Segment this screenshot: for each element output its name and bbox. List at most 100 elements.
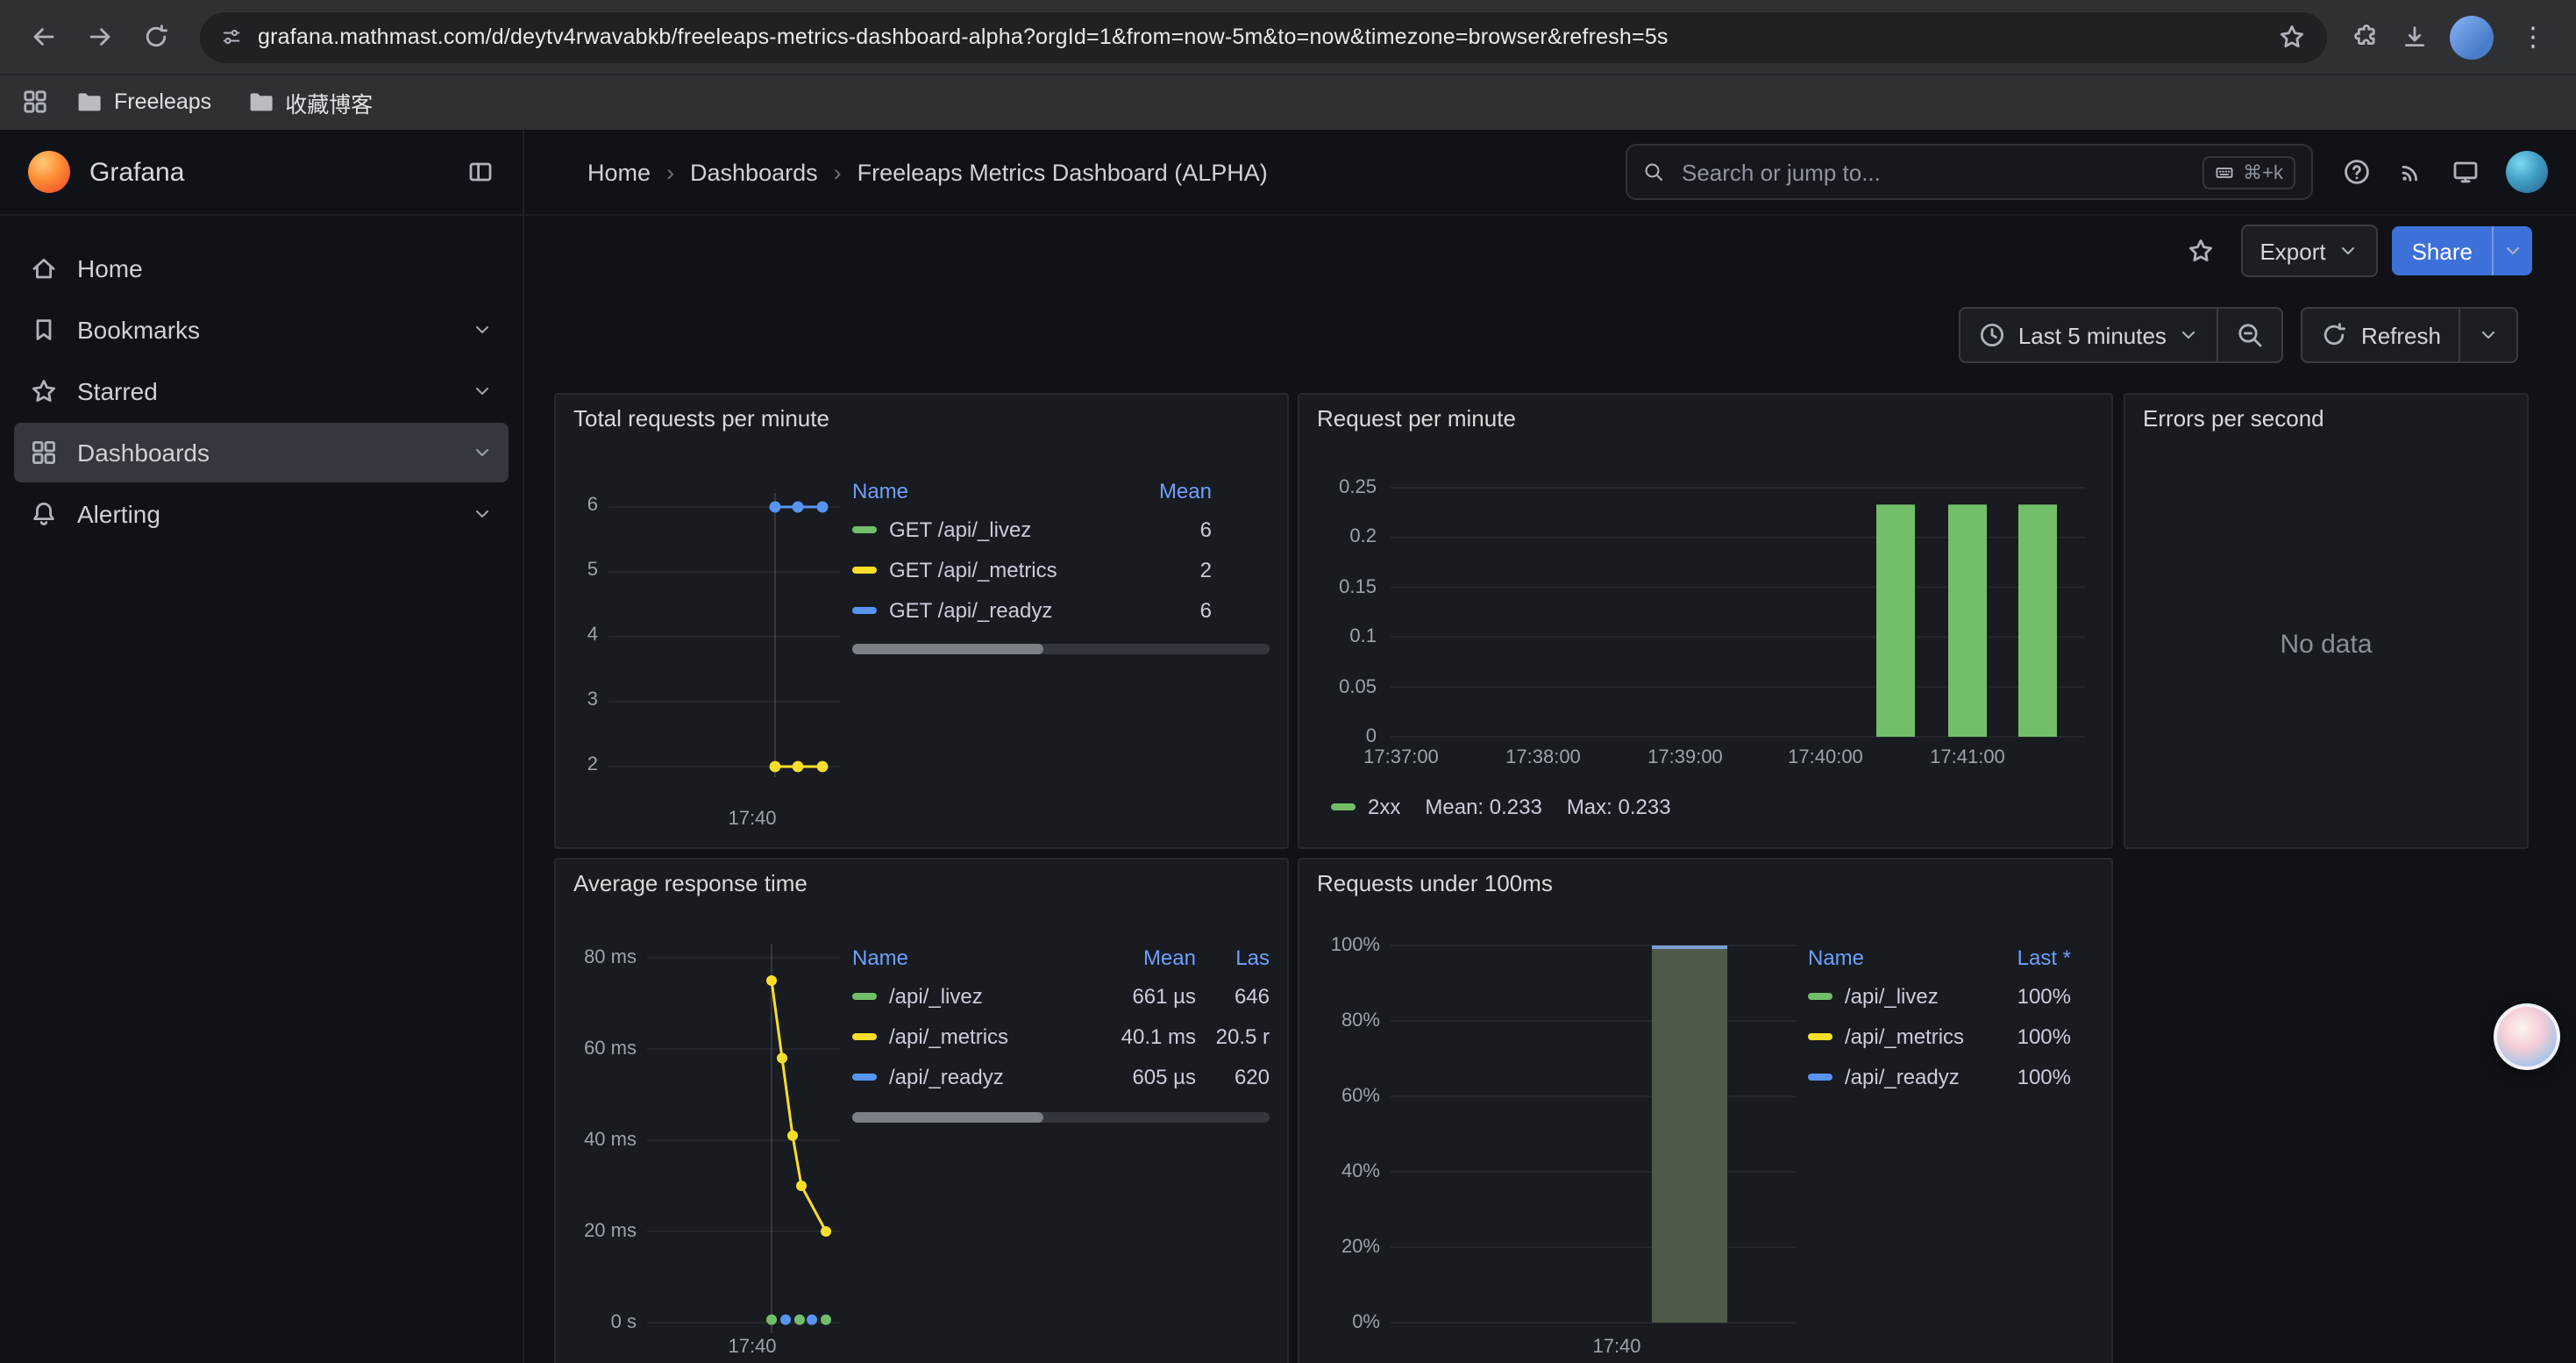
bookmark-folder-blogs[interactable]: 收藏博客: [238, 80, 381, 124]
sidebar-item-starred[interactable]: Starred: [14, 361, 509, 421]
top-navbar: Home›Dashboards›Freeleaps Metrics Dashbo…: [524, 130, 2576, 216]
kiosk-monitor-icon[interactable]: [2451, 158, 2480, 186]
series-name: /api/_metrics: [889, 1024, 1008, 1048]
dashboard-grid: Total requests per minute NameMeanGET /a…: [524, 363, 2576, 1363]
sidebar-item-dashboards[interactable]: Dashboards: [14, 423, 509, 482]
legend-row[interactable]: /api/_livez661 µs646: [852, 975, 1270, 1016]
chevron-down-icon[interactable]: [472, 319, 493, 340]
legend-sort-header[interactable]: Mean: [1107, 478, 1212, 503]
refresh-button[interactable]: Refresh: [2303, 309, 2459, 361]
search-box[interactable]: ⌘+k: [1626, 144, 2313, 200]
breadcrumb-item[interactable]: Dashboards: [690, 159, 818, 185]
scrollbar-thumb[interactable]: [852, 644, 1044, 654]
bookmarks-bar: Freeleaps 收藏博客: [0, 74, 2576, 130]
chevron-down-icon[interactable]: [472, 503, 493, 525]
series-swatch: [852, 525, 877, 532]
bell-icon: [30, 500, 58, 528]
axis-tick: 17:39:00: [1633, 747, 1738, 768]
bar-chart: [1299, 860, 2111, 1363]
export-button[interactable]: Export: [2240, 225, 2378, 277]
axis-tick: 3: [556, 689, 598, 710]
legend-row[interactable]: /api/_metrics40.1 ms20.5 r: [852, 1016, 1270, 1056]
axis-tick: 20 ms: [556, 1221, 637, 1242]
series-name: /api/_readyz: [1845, 1064, 1960, 1088]
browser-menu-icon[interactable]: ⋮: [2515, 24, 2551, 50]
news-rss-icon[interactable]: [2397, 158, 2425, 186]
address-bar[interactable]: grafana.mathmast.com/d/deytv4rwavabkb/fr…: [200, 11, 2327, 62]
series-swatch: [1808, 1073, 1832, 1080]
legend-row[interactable]: /api/_readyz605 µs620: [852, 1056, 1270, 1096]
series-name: GET /api/_livez: [889, 517, 1031, 541]
axis-tick: 0: [1299, 726, 1377, 747]
star-icon: [30, 377, 58, 405]
legend-row[interactable]: /api/_metrics100%: [1808, 1016, 2081, 1056]
legend-sort-header[interactable]: Mean: [1087, 945, 1196, 969]
extensions-icon[interactable]: [2352, 23, 2380, 51]
legend-header-name: Name: [852, 945, 1087, 969]
axis-tick: 17:40:00: [1773, 747, 1878, 768]
panel-requests-under-100ms: Requests under 100ms NameLast */api/_liv…: [1298, 858, 2113, 1363]
back-button[interactable]: [18, 11, 70, 63]
legend-scrollbar[interactable]: [852, 1112, 1270, 1123]
panel-errors-per-second: Errors per second No data: [2124, 393, 2529, 849]
reload-icon: [142, 23, 170, 51]
floating-assistant-avatar[interactable]: [2494, 1003, 2560, 1070]
legend-row[interactable]: GET /api/_readyz6: [852, 589, 1270, 630]
zoom-out-button[interactable]: [2217, 309, 2282, 361]
time-range-picker[interactable]: Last 5 minutes: [1960, 309, 2217, 361]
browser-profile-avatar[interactable]: [2450, 15, 2494, 59]
reload-button[interactable]: [130, 11, 182, 63]
bookmark-folder-freeleaps[interactable]: Freeleaps: [67, 82, 220, 121]
axis-tick: 0.15: [1299, 577, 1377, 598]
sidebar-nav: Home Bookmarks Starred DashboardsAlerting: [0, 216, 523, 546]
legend-row[interactable]: GET /api/_livez6: [852, 509, 1270, 549]
legend-scrollbar[interactable]: [852, 644, 1270, 654]
forward-button[interactable]: [74, 11, 126, 63]
share-button[interactable]: Share: [2393, 226, 2492, 275]
bookmark-star-icon[interactable]: [2278, 23, 2306, 51]
axis-tick: 17:41:00: [1915, 747, 2020, 768]
legend-item-2xx[interactable]: 2xx: [1331, 795, 1400, 819]
user-avatar[interactable]: [2506, 151, 2548, 193]
panel-title[interactable]: Errors per second: [2125, 405, 2324, 432]
apps-grid-icon[interactable]: [21, 88, 49, 116]
keyboard-icon: [2215, 162, 2234, 182]
scrollbar-thumb[interactable]: [852, 1112, 1044, 1123]
search-input[interactable]: [1678, 157, 2188, 187]
grafana-logo[interactable]: [28, 151, 70, 193]
sidebar-item-label: Home: [77, 254, 143, 282]
chevron-down-icon: [2179, 325, 2200, 346]
help-icon[interactable]: [2343, 158, 2371, 186]
collapse-sidebar-icon[interactable]: [466, 158, 495, 186]
site-settings-icon[interactable]: [221, 26, 242, 47]
legend-value: 2: [1107, 557, 1212, 582]
legend-row[interactable]: GET /api/_metrics2: [852, 549, 1270, 589]
chevron-down-icon: [2478, 325, 2499, 346]
axis-tick: 0.25: [1299, 477, 1377, 498]
panel-total-requests-per-minute: Total requests per minute NameMeanGET /a…: [554, 393, 1289, 849]
sidebar-item-home[interactable]: Home: [14, 239, 509, 298]
legend-value: 100%: [1987, 1064, 2071, 1088]
downloads-icon[interactable]: [2401, 23, 2429, 51]
panel-average-response-time: Average response time NameMeanLas/api/_l…: [554, 858, 1289, 1363]
forward-icon: [86, 23, 114, 51]
legend-sort-header[interactable]: Last *: [1987, 945, 2071, 969]
axis-tick: 40 ms: [556, 1130, 637, 1151]
series-swatch: [852, 566, 877, 573]
legend-row[interactable]: /api/_readyz 100%: [1808, 1056, 2081, 1096]
axis-tick: 17:38:00: [1491, 747, 1596, 768]
sidebar-item-bookmarks[interactable]: Bookmarks: [14, 300, 509, 360]
axis-tick: 80 ms: [556, 947, 637, 968]
sidebar-item-label: Starred: [77, 377, 158, 405]
legend-row[interactable]: /api/_livez100%: [1808, 975, 2081, 1016]
refresh-interval-dropdown[interactable]: [2459, 309, 2516, 361]
favorite-dashboard-button[interactable]: [2174, 226, 2226, 275]
sidebar-item-alerting[interactable]: Alerting: [14, 484, 509, 544]
share-menu-button[interactable]: [2492, 226, 2532, 275]
chevron-down-icon[interactable]: [472, 381, 493, 402]
chevron-down-icon[interactable]: [472, 442, 493, 463]
legend-sort-header[interactable]: Las: [1196, 945, 1270, 969]
url-text[interactable]: grafana.mathmast.com/d/deytv4rwavabkb/fr…: [258, 25, 2262, 49]
folder-icon: [75, 88, 103, 116]
breadcrumb-item[interactable]: Home: [587, 159, 651, 185]
